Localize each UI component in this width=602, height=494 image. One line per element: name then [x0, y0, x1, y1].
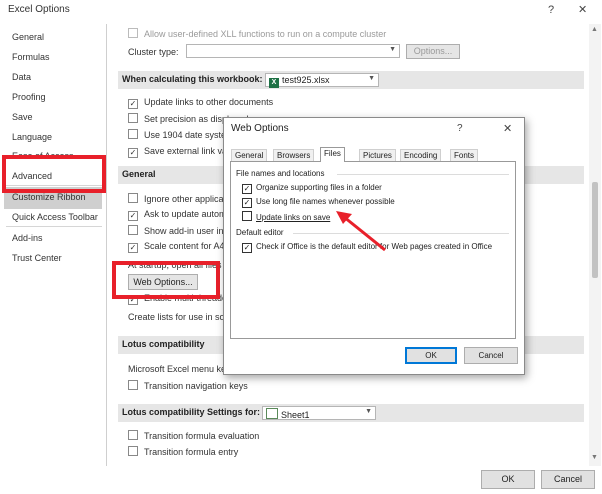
sidebar-item-general[interactable]: General — [12, 32, 44, 42]
update-links-row[interactable]: ✓ Update links to other documents — [128, 97, 273, 109]
cancel-button[interactable]: Cancel — [541, 470, 595, 489]
group-divider — [293, 233, 509, 234]
checkbox-checked[interactable]: ✓ — [128, 211, 138, 221]
checkbox[interactable] — [128, 129, 138, 139]
checkbox[interactable] — [128, 225, 138, 235]
transition-nav-row[interactable]: Transition navigation keys — [128, 380, 248, 391]
sidebar-item-quick-access-toolbar[interactable]: Quick Access Toolbar — [12, 212, 98, 222]
dialog-cancel-button[interactable]: Cancel — [464, 347, 518, 364]
vertical-scrollbar[interactable]: ▲ ▼ — [589, 24, 601, 466]
excel-file-icon: X — [269, 78, 279, 88]
sidebar-divider — [6, 226, 102, 227]
organize-files-row[interactable]: ✓ Organize supporting files in a folder — [242, 183, 382, 194]
tab-encoding[interactable]: Encoding — [400, 149, 442, 161]
transition-formula-eval-row[interactable]: Transition formula evaluation — [128, 430, 259, 441]
menu-key-label: Microsoft Excel menu key: — [128, 364, 234, 374]
checkbox[interactable] — [128, 430, 138, 440]
tab-pictures[interactable]: Pictures — [359, 149, 396, 161]
annotation-arrow-icon — [336, 211, 386, 252]
chevron-down-icon: ▼ — [389, 46, 396, 53]
sidebar-item-customize-ribbon[interactable]: Customize Ribbon — [12, 192, 86, 202]
sidebar-item-language[interactable]: Language — [12, 132, 52, 142]
sidebar: General Formulas Data Proofing Save Lang… — [0, 24, 107, 466]
highlight-box-advanced — [2, 155, 106, 193]
chevron-down-icon: ▼ — [368, 75, 375, 82]
options-button[interactable]: Options... — [406, 44, 460, 59]
calc-workbook-select[interactable]: Xtest925.xlsx ▼ — [265, 73, 379, 88]
checkbox[interactable] — [128, 380, 138, 390]
scroll-down-icon[interactable]: ▼ — [591, 454, 598, 461]
checkbox-checked[interactable]: ✓ — [128, 148, 138, 158]
scrollbar-thumb[interactable] — [592, 182, 598, 278]
sidebar-item-formulas[interactable]: Formulas — [12, 52, 50, 62]
tab-general[interactable]: General — [231, 149, 268, 161]
help-button[interactable]: ? — [548, 4, 554, 16]
highlight-box-web-options — [112, 261, 220, 299]
update-links-on-save-row[interactable]: Update links on save — [242, 211, 330, 222]
sidebar-item-data[interactable]: Data — [12, 72, 31, 82]
dialog-close-button[interactable]: ✕ — [503, 122, 512, 135]
sidebar-item-save[interactable]: Save — [12, 112, 33, 122]
checkbox[interactable] — [128, 113, 138, 123]
checkbox[interactable] — [128, 28, 138, 38]
sidebar-item-add-ins[interactable]: Add-ins — [12, 233, 43, 243]
worksheet-icon — [266, 408, 278, 419]
tab-browsers[interactable]: Browsers — [273, 149, 315, 161]
checkbox-checked[interactable]: ✓ — [242, 184, 252, 194]
chevron-down-icon: ▼ — [365, 408, 372, 415]
checkbox[interactable] — [128, 193, 138, 203]
group-default-editor: Default editor — [236, 228, 284, 237]
checkbox-checked[interactable]: ✓ — [242, 243, 252, 253]
cluster-type-select[interactable]: ▼ — [186, 44, 400, 58]
tab-files[interactable]: Files — [320, 147, 345, 162]
tab-fonts[interactable]: Fonts — [450, 149, 479, 161]
window-title: Excel Options — [8, 4, 70, 15]
date-system-row[interactable]: Use 1904 date system — [128, 129, 234, 140]
group-file-names: File names and locations — [236, 169, 325, 178]
group-divider — [337, 174, 509, 175]
close-button[interactable]: ✕ — [578, 3, 587, 16]
scroll-up-icon[interactable]: ▲ — [591, 26, 598, 33]
cluster-type-label: Cluster type: — [128, 47, 179, 57]
checkbox-checked[interactable]: ✓ — [128, 243, 138, 253]
transition-formula-entry-row[interactable]: Transition formula entry — [128, 446, 238, 457]
sidebar-item-proofing[interactable]: Proofing — [12, 92, 46, 102]
checkbox[interactable] — [128, 446, 138, 456]
dialog-ok-button[interactable]: OK — [405, 347, 457, 364]
sidebar-item-trust-center[interactable]: Trust Center — [12, 253, 62, 263]
dialog-help-button[interactable]: ? — [457, 123, 463, 134]
checkbox-checked[interactable]: ✓ — [128, 99, 138, 109]
xll-checkbox-row[interactable]: Allow user-defined XLL functions to run … — [128, 28, 386, 39]
lotus-sheet-select[interactable]: Sheet1 ▼ — [262, 406, 376, 420]
checkbox[interactable] — [242, 211, 252, 221]
dialog-title: Web Options — [231, 123, 289, 134]
ok-button[interactable]: OK — [481, 470, 535, 489]
checkbox-checked[interactable]: ✓ — [242, 198, 252, 208]
